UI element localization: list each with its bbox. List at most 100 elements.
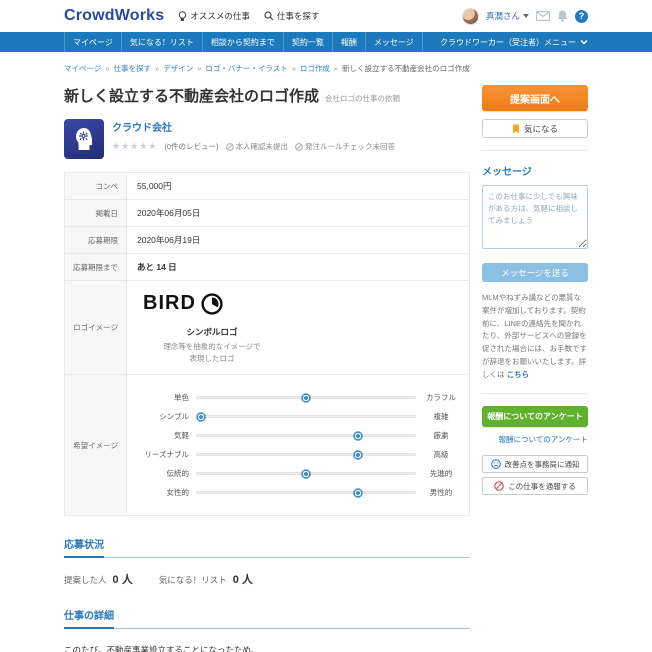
breadcrumb-search-jobs[interactable]: 仕事を探す xyxy=(114,63,152,74)
breadcrumb-separator: » xyxy=(105,64,109,73)
report-improvement-label: 改善点を事務局に通知 xyxy=(505,459,580,470)
search-jobs-label: 仕事を探す xyxy=(277,10,320,22)
logo-type-description-line1: 理念等を抽象的なイメージで xyxy=(137,341,287,353)
report-job-button[interactable]: この仕事を通報する xyxy=(482,477,588,495)
slider-reasonable-luxury: リーズナブル 高級 xyxy=(137,449,459,460)
proposed-count: 0 人 xyxy=(113,571,133,587)
message-heading: メッセージ xyxy=(482,163,588,178)
breadcrumb-logo-creation[interactable]: ロゴ作成 xyxy=(300,63,330,74)
job-detail-section: 仕事の詳細 このたび、不動産事業設立することになったため、 会社のロゴを作成した… xyxy=(64,606,470,652)
no-entry-icon xyxy=(494,481,504,491)
not-submitted-icon xyxy=(226,143,234,151)
worker-menu-label: クラウドワーカー（受注者）メニュー xyxy=(440,37,576,48)
application-status-section: 応募状況 提案した人 0 人 気になる！リスト 0 人 xyxy=(64,535,470,587)
slider-handle[interactable] xyxy=(353,488,363,498)
propose-button[interactable]: 提案画面へ xyxy=(482,85,588,111)
favorite-button[interactable]: 気になる xyxy=(482,119,588,138)
slider-track[interactable] xyxy=(196,415,416,418)
slider-right-label: 男性的 xyxy=(423,487,459,498)
logo-sample: BIRD シンボルロゴ xyxy=(137,288,287,367)
slider-track[interactable] xyxy=(196,453,416,456)
proposed-label: 提案した人 xyxy=(64,574,107,586)
row-label-deadline: 応募期限 xyxy=(65,227,127,254)
table-row: 希望イメージ 単色 カラフル シンプル 複雑 xyxy=(65,375,470,516)
job-detail-body: このたび、不動産事業設立することになったため、 会社のロゴを作成したく、デザイン… xyxy=(64,642,470,652)
reward-survey-button[interactable]: 報酬についてのアンケート xyxy=(482,406,588,427)
table-row: 応募期限 2020年06月19日 xyxy=(65,227,470,254)
search-jobs-link[interactable]: 仕事を探す xyxy=(264,10,320,22)
breadcrumb: マイページ » 仕事を探す » デザイン » ロゴ・バナー・イラスト » ロゴ作… xyxy=(64,63,588,74)
nav-contract-list[interactable]: 契約一覧 xyxy=(284,32,333,52)
recommended-jobs-link[interactable]: オススメの仕事 xyxy=(178,10,250,22)
slider-right-label: 複雑 xyxy=(423,411,459,422)
nav-messages[interactable]: メッセージ xyxy=(366,32,423,52)
main-navbar: マイページ 気になる！リスト 相談から契約まで 契約一覧 報酬 メッセージ クラ… xyxy=(0,32,652,52)
slider-simple-complex: シンプル 複雑 xyxy=(137,411,459,422)
send-message-button[interactable]: メッセージを送る xyxy=(482,263,588,282)
interested-label: 気になる！リスト xyxy=(159,574,227,586)
fraud-warning-body: MLMやねずみ講などの悪質な案件が増加しております。契約前に、LINEの連絡先を… xyxy=(482,293,587,379)
slider-left-label: シンプル xyxy=(137,411,189,422)
logo-type-title: シンボルロゴ xyxy=(137,326,287,338)
job-detail-heading: 仕事の詳細 xyxy=(64,607,114,629)
breadcrumb-mypage[interactable]: マイページ xyxy=(64,63,101,74)
slider-track[interactable] xyxy=(196,472,416,475)
user-name: 真潤さん xyxy=(486,10,520,22)
client-name-link[interactable]: クラウド会社 xyxy=(112,119,395,134)
row-label-days-left: 応募期限まで xyxy=(65,254,127,281)
slider-right-label: 高級 xyxy=(423,449,459,460)
identity-unverified-badge: 本人確認未提出 xyxy=(226,141,289,152)
bird-logo-mark-icon xyxy=(201,293,223,315)
table-row: ロゴイメージ BIRD xyxy=(65,281,470,375)
help-icon[interactable]: ? xyxy=(575,10,588,23)
worker-menu-dropdown[interactable]: クラウドワーカー（受注者）メニュー xyxy=(440,32,588,52)
slider-handle[interactable] xyxy=(196,412,206,422)
nav-mypage[interactable]: マイページ xyxy=(64,32,122,52)
slider-track[interactable] xyxy=(196,434,416,437)
fraud-warning-text: MLMやねずみ講などの悪質な案件が増加しております。契約前に、LINEの連絡先を… xyxy=(482,292,588,381)
lightbulb-icon xyxy=(178,11,187,22)
nav-favorites-list[interactable]: 気になる！リスト xyxy=(122,32,203,52)
breadcrumb-design[interactable]: デザイン xyxy=(163,63,193,74)
breadcrumb-separator: » xyxy=(334,64,338,73)
slider-handle[interactable] xyxy=(353,431,363,441)
slider-right-label: カラフル xyxy=(423,392,459,403)
page-title: 新しく設立する不動産会社のロゴ作成 xyxy=(64,85,319,106)
search-icon xyxy=(264,11,274,21)
crowdworks-logo[interactable]: CrowdWorks xyxy=(64,7,164,25)
slider-handle[interactable] xyxy=(353,450,363,460)
chevron-down-icon xyxy=(580,40,588,45)
slider-handle[interactable] xyxy=(301,469,311,479)
table-row: 応募期限まで あと 14 日 xyxy=(65,254,470,281)
row-label-posted-date: 掲載日 xyxy=(65,200,127,227)
client-avatar[interactable] xyxy=(64,119,104,159)
user-avatar[interactable] xyxy=(462,8,479,25)
nav-consult-to-contract[interactable]: 相談から契約まで xyxy=(203,32,284,52)
report-job-label: この仕事を通報する xyxy=(508,481,576,492)
message-input[interactable] xyxy=(482,185,588,249)
breadcrumb-current: 新しく設立する不動産会社のロゴ作成 xyxy=(342,63,470,74)
slider-traditional-progressive: 伝統的 先進的 xyxy=(137,468,459,479)
job-spec-table: コンペ 55,000円 掲載日 2020年06月05日 応募期限 2020年06… xyxy=(64,172,470,516)
fraud-warning-link[interactable]: こちら xyxy=(507,370,530,379)
user-menu[interactable]: 真潤さん xyxy=(486,10,529,22)
frown-face-icon xyxy=(491,459,501,469)
mail-icon[interactable] xyxy=(536,11,550,21)
caret-down-icon xyxy=(523,14,529,18)
report-improvement-button[interactable]: 改善点を事務局に通知 xyxy=(482,455,588,473)
breadcrumb-separator: » xyxy=(197,64,201,73)
slider-track[interactable] xyxy=(196,396,416,399)
slider-casual-formal: 気軽 厳粛 xyxy=(137,430,459,441)
slider-handle[interactable] xyxy=(301,393,311,403)
bell-icon[interactable] xyxy=(557,10,568,22)
reward-survey-link[interactable]: 報酬についてのアンケート xyxy=(482,434,588,445)
row-label-compe: コンペ xyxy=(65,173,127,200)
not-answered-icon xyxy=(295,143,303,151)
bookmark-icon xyxy=(512,124,520,134)
client-review-count: (0件のレビュー) xyxy=(164,141,218,152)
order-rule-check-label: 発注ルールチェック未回答 xyxy=(305,141,395,152)
nav-rewards[interactable]: 報酬 xyxy=(333,32,366,52)
client-star-rating: ★★★★★ xyxy=(112,141,157,152)
breadcrumb-logo-banner-illustration[interactable]: ロゴ・バナー・イラスト xyxy=(205,63,287,74)
slider-track[interactable] xyxy=(196,491,416,494)
